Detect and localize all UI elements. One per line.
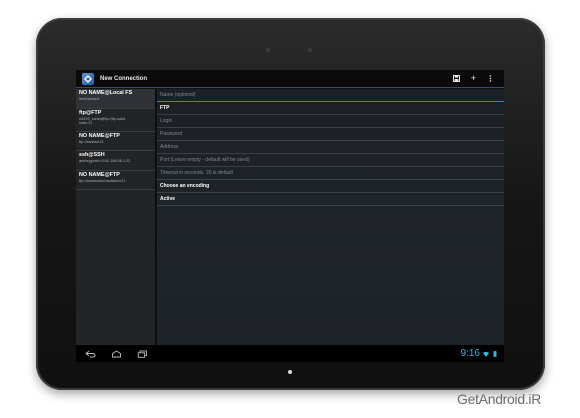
connection-form: Name (optional) FTP Login Password Addre…: [157, 89, 504, 345]
mode-value: Active: [160, 196, 176, 202]
wifi-icon: [483, 351, 489, 357]
name-placeholder: Name (optional): [160, 92, 196, 98]
nav-buttons: [85, 349, 148, 358]
list-item-title: ssh@SSH: [79, 152, 105, 158]
home-icon[interactable]: [111, 349, 122, 358]
overflow-menu-button[interactable]: [487, 75, 494, 82]
protocol-value: FTP: [160, 105, 170, 111]
clock: 9:16: [460, 347, 480, 359]
list-item[interactable]: ssh@SSH andreyjpush://192.168.56.1:22: [76, 151, 155, 171]
tablet-frame: New Connection + NO NAME@Local FS /mnt/s…: [36, 18, 545, 390]
list-item-title: NO NAME@FTP: [79, 132, 120, 139]
recent-apps-icon[interactable]: [137, 350, 148, 358]
add-button[interactable]: +: [471, 74, 476, 83]
save-button[interactable]: [452, 75, 460, 82]
list-item[interactable]: NO NAME@FTP ftp://asdasd:21: [76, 132, 155, 151]
save-icon: [452, 75, 460, 82]
list-item[interactable]: NO NAME@Local FS /mnt/sdcard: [76, 89, 155, 109]
address-field[interactable]: Address: [157, 141, 504, 154]
action-buttons: +: [452, 74, 494, 83]
protocol-spinner[interactable]: FTP: [157, 102, 504, 115]
notification-light: [288, 370, 292, 374]
list-item-title: NO NAME@FTP: [79, 171, 120, 178]
login-field[interactable]: Login: [157, 115, 504, 128]
encoding-label: Choose an encoding: [160, 183, 210, 189]
password-field[interactable]: Password: [157, 128, 504, 141]
app-logo-icon[interactable]: [82, 72, 94, 85]
back-icon[interactable]: [85, 350, 96, 358]
list-item-subtitle: /mnt/sdcard: [79, 97, 99, 101]
name-field[interactable]: Name (optional): [157, 89, 504, 102]
action-bar: New Connection +: [76, 70, 504, 88]
list-item[interactable]: ftp@FTP u5493_sshio@ftp://ftp.subd main:…: [76, 109, 155, 132]
list-item-subtitle: ftp://asdasd:21: [79, 139, 104, 144]
list-item[interactable]: NO NAME@FTP ftp://asdasdasd:asdasd:n21: [76, 171, 155, 190]
overflow-icon: [489, 75, 492, 82]
list-item-title: NO NAME@Local FS: [79, 90, 133, 96]
timeout-field[interactable]: Timeout in seconds. 20 is default: [157, 167, 504, 180]
diamond-icon: [84, 74, 92, 83]
list-item-subtitle: andreyjpush://192.168.56.1:22: [79, 159, 131, 163]
list-item-title: ftp@FTP: [79, 109, 102, 116]
address-placeholder: Address: [160, 144, 179, 150]
list-item-subtitle-2: main:21: [79, 121, 93, 126]
encoding-spinner[interactable]: Choose an encoding: [157, 180, 504, 193]
port-field[interactable]: Port (Leave empty - default will be used…: [157, 154, 504, 167]
front-camera: [266, 48, 270, 52]
timeout-placeholder: Timeout in seconds. 20 is default: [160, 170, 233, 176]
login-placeholder: Login: [160, 118, 173, 124]
watermark: GetAndroid.iR: [457, 391, 542, 407]
password-placeholder: Password: [160, 131, 182, 137]
port-placeholder: Port (Leave empty - default will be used…: [160, 157, 250, 163]
sensor: [308, 48, 312, 52]
list-item-subtitle: ftp://asdasdasd:asdasd:n21: [79, 178, 126, 183]
status-area[interactable]: 9:16: [460, 347, 498, 359]
screen: New Connection + NO NAME@Local FS /mnt/s…: [76, 70, 504, 362]
connection-list: NO NAME@Local FS /mnt/sdcard ftp@FTP u54…: [76, 89, 156, 345]
battery-icon: [493, 350, 497, 357]
mode-spinner[interactable]: Active: [157, 193, 504, 206]
system-nav-bar: 9:16: [76, 345, 504, 362]
page-title: New Connection: [100, 75, 148, 82]
